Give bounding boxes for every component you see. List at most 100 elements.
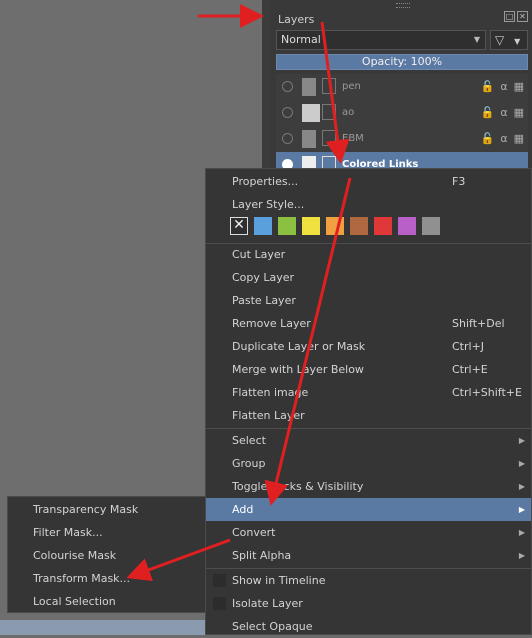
lock-icon[interactable]: 🔓 [481,106,495,119]
submenu-arrow-icon: ▶ [518,528,525,537]
menu-item-label: Flatten image [232,386,309,399]
alpha-lock-icon[interactable]: α [500,80,507,93]
menu-item-label: Colourise Mask [33,549,117,562]
submenu-item-local-selection[interactable]: Local Selection [8,590,205,613]
submenu-item-filter-mask[interactable]: Filter Mask... [8,521,205,544]
submenu-arrow-icon: ▶ [518,459,525,468]
docker-grip[interactable] [396,3,410,8]
menu-item-toggle-locks[interactable]: Toggle Locks & Visibility ▶ [206,475,531,498]
alpha-lock-icon[interactable]: α [500,106,507,119]
color-swatch-grey[interactable] [422,217,440,235]
alpha-lock-icon[interactable]: α [500,132,507,145]
chevron-down-icon: ▼ [514,37,521,46]
checker-icon[interactable]: ▦ [514,132,524,145]
menu-item-label: Show in Timeline [232,574,326,587]
menu-item-select[interactable]: Select ▶ [206,429,531,452]
color-swatch-orange[interactable] [326,217,344,235]
filter-icon: ▽ [495,33,505,47]
layer-thumbnail [302,130,316,148]
menu-item-duplicate-layer[interactable]: Duplicate Layer or Mask Ctrl+J [206,335,531,358]
menu-item-label: Copy Layer [232,271,295,284]
menu-item-label: Select [232,434,266,447]
layer-row[interactable]: ao 🔓 α ▦ [276,100,528,127]
visibility-icon[interactable] [282,107,293,118]
menu-item-flatten-layer[interactable]: Flatten Layer [206,404,531,427]
checkbox-icon[interactable] [213,574,226,587]
docker-title: Layers [278,13,315,26]
checker-icon[interactable]: ▦ [514,80,524,93]
submenu-arrow-icon: ▶ [518,436,525,445]
menu-item-show-in-timeline[interactable]: Show in Timeline [206,569,531,592]
menu-item-shortcut: Ctrl+J [452,340,485,353]
menu-item-label: Add [232,503,254,516]
color-swatch-green[interactable] [278,217,296,235]
menu-item-label: Properties... [232,175,299,188]
menu-item-properties[interactable]: Properties... F3 [206,170,531,193]
menu-item-label: Remove Layer [232,317,311,330]
menu-item-label: Layer Style... [232,198,305,211]
checkbox-icon[interactable] [213,597,226,610]
menu-item-label: Local Selection [33,595,116,608]
blend-mode-value: Normal [281,33,321,46]
blend-mode-select[interactable]: Normal ▼ [276,30,486,50]
layer-row[interactable]: EBM 🔓 α ▦ [276,126,528,153]
layer-name: EBM [342,133,364,144]
submenu-item-colourise-mask[interactable]: Colourise Mask [8,544,205,567]
opacity-slider[interactable]: Opacity: 100% [276,54,528,70]
menu-item-paste-layer[interactable]: Paste Layer [206,289,531,312]
color-swatch-purple[interactable] [398,217,416,235]
color-swatch-red[interactable] [374,217,392,235]
menu-item-remove-layer[interactable]: Remove Layer Shift+Del [206,312,531,335]
visibility-icon[interactable] [282,81,293,92]
layer-context-menu: Properties... F3 Layer Style... ✕ Cut La… [205,168,532,635]
menu-item-flatten-image[interactable]: Flatten image Ctrl+Shift+E [206,381,531,404]
chevron-down-icon: ▼ [473,35,480,44]
submenu-item-transform-mask[interactable]: Transform Mask... [8,567,205,590]
menu-item-shortcut: Shift+Del [452,317,505,330]
menu-item-split-alpha[interactable]: Split Alpha ▶ [206,544,531,567]
menu-item-label: Transform Mask... [33,572,131,585]
vector-layer-icon [322,104,336,120]
menu-item-label: Merge with Layer Below [232,363,364,376]
layer-filter-button[interactable]: ▽ ▼ [490,30,528,50]
lock-icon[interactable]: 🔓 [481,132,495,145]
submenu-arrow-icon: ▶ [518,505,525,514]
menu-item-cut-layer[interactable]: Cut Layer [206,243,531,266]
layer-name: pen [342,81,361,92]
menu-item-shortcut: F3 [452,175,466,188]
no-color-swatch[interactable]: ✕ [230,217,248,235]
visibility-icon[interactable] [282,133,293,144]
lock-icon[interactable]: 🔓 [481,80,495,93]
color-swatch-yellow[interactable] [302,217,320,235]
color-label-swatches: ✕ [230,217,440,235]
close-docker-icon[interactable]: ✕ [517,11,528,22]
layer-thumbnail [302,104,320,122]
menu-item-label: Toggle Locks & Visibility [232,480,364,493]
submenu-item-transparency-mask[interactable]: Transparency Mask [8,498,205,521]
menu-item-copy-layer[interactable]: Copy Layer [206,266,531,289]
menu-item-convert[interactable]: Convert ▶ [206,521,531,544]
menu-item-layer-style[interactable]: Layer Style... [206,193,531,216]
layer-name: ao [342,107,355,118]
float-docker-icon[interactable]: □ [504,11,515,22]
submenu-arrow-icon: ▶ [518,482,525,491]
menu-item-add[interactable]: Add ▶ [206,498,531,521]
menu-item-shortcut: Ctrl+E [452,363,488,376]
color-swatch-brown[interactable] [350,217,368,235]
color-swatch-blue[interactable] [254,217,272,235]
menu-item-label: Split Alpha [232,549,292,562]
menu-item-label: Duplicate Layer or Mask [232,340,366,353]
layer-thumbnail [302,78,316,96]
menu-item-label: Isolate Layer [232,597,303,610]
submenu-arrow-icon: ▶ [518,551,525,560]
menu-item-label: Convert [232,526,276,539]
menu-item-group[interactable]: Group ▶ [206,452,531,475]
menu-item-merge-down[interactable]: Merge with Layer Below Ctrl+E [206,358,531,381]
vector-layer-icon [322,78,336,94]
menu-item-label: Paste Layer [232,294,296,307]
menu-item-label: Cut Layer [232,248,286,261]
menu-item-isolate-layer[interactable]: Isolate Layer [206,592,531,615]
layer-row[interactable]: pen 🔓 α ▦ [276,74,528,101]
vector-layer-icon [322,130,336,146]
checker-icon[interactable]: ▦ [514,106,524,119]
